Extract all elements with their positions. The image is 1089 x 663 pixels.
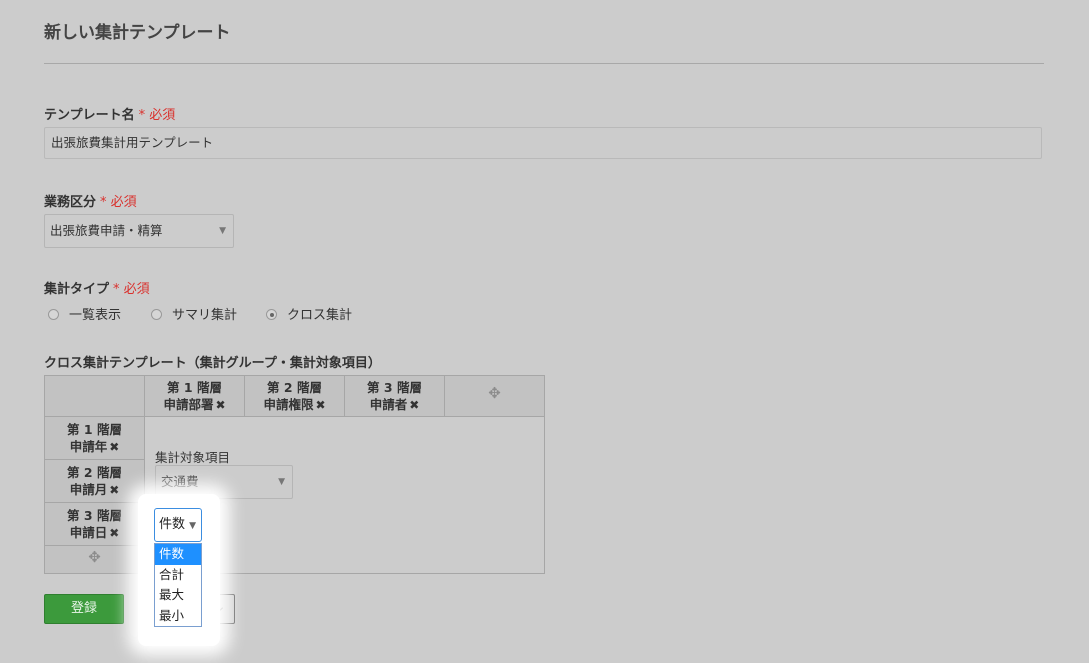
template-name-input[interactable]: 出張旅費集計用テンプレート	[44, 127, 1042, 159]
radio-label: 一覧表示	[69, 308, 122, 323]
radio-circle-checked-icon[interactable]	[266, 309, 277, 320]
row-field: 申請月	[69, 482, 108, 497]
row-header-3: 第 3 階層 申請日 ✖	[45, 503, 144, 546]
option-count[interactable]: 件数	[155, 544, 201, 565]
column-header-row: 第 1 階層 申請部署 ✖ 第 2 階層 申請権限 ✖ 第 3 階層 申請者 ✖ ✥	[45, 376, 544, 417]
row-header-column: 第 1 階層 申請年 ✖ 第 2 階層 申請月 ✖ 第 3 階層 申請日 ✖ ✥	[45, 417, 145, 573]
radio-circle-icon[interactable]	[151, 309, 162, 320]
row-level: 第 3 階層	[67, 508, 122, 523]
aggregation-target-label: 集計対象項目	[155, 450, 231, 465]
column-level: 第 1 階層	[167, 380, 222, 395]
submit-button[interactable]: 登録	[44, 594, 124, 624]
remove-x-icon[interactable]: ✖	[215, 398, 225, 412]
row-level: 第 2 階層	[67, 465, 122, 480]
row-level: 第 1 階層	[67, 422, 122, 437]
required-marker: * 必須	[138, 108, 176, 123]
aggregation-type-label-text: 集計タイプ	[44, 282, 110, 297]
aggregate-function-value: 件数	[159, 517, 186, 532]
remove-x-icon[interactable]: ✖	[109, 440, 119, 454]
option-sum[interactable]: 合計	[155, 565, 201, 586]
option-min[interactable]: 最小	[155, 606, 201, 627]
column-header-2: 第 2 階層 申請権限 ✖	[244, 376, 344, 416]
column-level: 第 3 階層	[367, 380, 422, 395]
column-field: 申請権限	[263, 397, 314, 412]
remove-x-icon[interactable]: ✖	[109, 526, 119, 540]
column-header-3: 第 3 階層 申請者 ✖	[344, 376, 444, 416]
column-field: 申請者	[369, 397, 408, 412]
add-column-cell[interactable]: ✥	[444, 376, 544, 416]
row-field: 申請日	[69, 525, 108, 540]
template-name-label-text: テンプレート名	[44, 108, 135, 123]
plus-icon[interactable]: ✥	[488, 384, 501, 402]
radio-label: サマリ集計	[172, 308, 238, 323]
chevron-down-icon: ▼	[219, 226, 226, 236]
aggregation-type-label: 集計タイプ * 必須	[44, 278, 150, 297]
aggregate-function-select[interactable]: 件数 ▼	[154, 508, 202, 542]
required-marker: * 必須	[113, 282, 150, 297]
page-title: 新しい集計テンプレート	[44, 23, 231, 43]
required-marker: * 必須	[100, 195, 137, 210]
aggregation-target-value: 交通費	[161, 474, 199, 489]
add-row-cell[interactable]: ✥	[45, 546, 144, 573]
title-divider	[44, 63, 1044, 64]
business-category-label: 業務区分 * 必須	[44, 191, 137, 210]
row-header-1: 第 1 階層 申請年 ✖	[45, 417, 144, 460]
column-field: 申請部署	[163, 397, 214, 412]
cross-template-label: クロス集計テンプレート（集計グループ・集計対象項目）	[44, 356, 381, 371]
remove-x-icon[interactable]: ✖	[315, 398, 325, 412]
cross-template-table: 第 1 階層 申請部署 ✖ 第 2 階層 申請権限 ✖ 第 3 階層 申請者 ✖ ✥ …	[44, 375, 545, 574]
radio-circle-icon[interactable]	[48, 309, 59, 320]
column-header-1: 第 1 階層 申請部署 ✖	[144, 376, 244, 416]
radio-label: クロス集計	[287, 308, 353, 323]
template-name-label: テンプレート名 * 必須	[44, 104, 175, 123]
business-category-select[interactable]: 出張旅費申請・精算 ▼	[44, 214, 234, 248]
row-header-2: 第 2 階層 申請月 ✖	[45, 460, 144, 503]
column-level: 第 2 階層	[267, 380, 322, 395]
radio-cross[interactable]: クロス集計	[266, 304, 352, 323]
option-max[interactable]: 最大	[155, 585, 201, 606]
radio-list-view[interactable]: 一覧表示	[48, 304, 121, 323]
business-category-value: 出張旅費申請・精算	[50, 223, 163, 238]
remove-x-icon[interactable]: ✖	[409, 398, 419, 412]
remove-x-icon[interactable]: ✖	[109, 483, 119, 497]
plus-icon[interactable]: ✥	[88, 548, 101, 566]
page: 新しい集計テンプレート テンプレート名 * 必須 出張旅費集計用テンプレート 業務…	[0, 0, 1089, 663]
row-field: 申請年	[69, 439, 108, 454]
business-category-label-text: 業務区分	[44, 195, 97, 210]
aggregate-function-options: 件数 合計 最大 最小	[154, 543, 202, 627]
chevron-down-icon: ▼	[278, 477, 285, 487]
chevron-down-icon: ▼	[189, 521, 196, 531]
radio-summary[interactable]: サマリ集計	[151, 304, 237, 323]
